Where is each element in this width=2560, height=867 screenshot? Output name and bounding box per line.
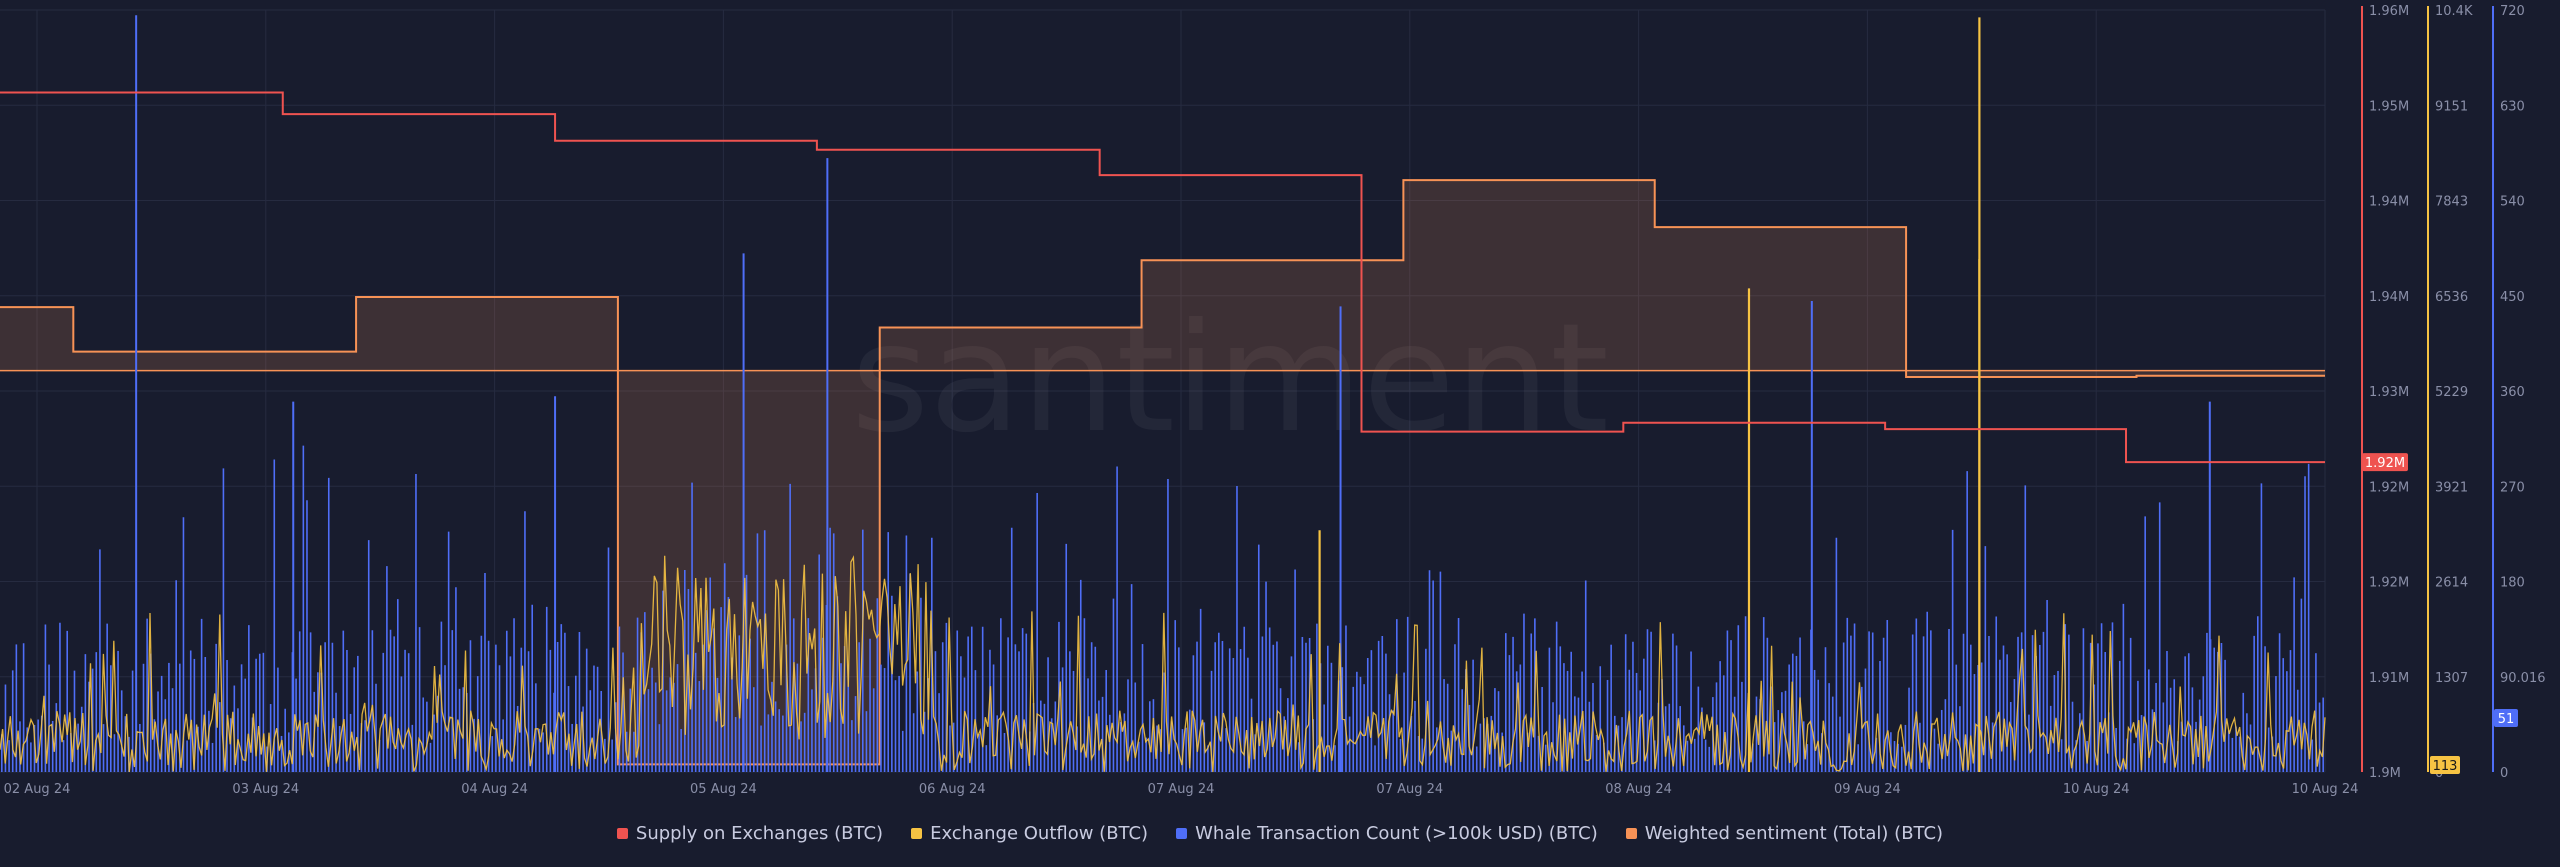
whale-axis-tick-label: 540	[2500, 195, 2525, 210]
outflow-axis-tick-label: 2614	[2435, 576, 2468, 591]
outflow-axis-tick-label: 10.4K	[2435, 4, 2473, 19]
x-tick-label: 03 Aug 24	[232, 782, 299, 797]
y-axis-supply: 1.96M 1.95M 1.94M 1.94M 1.93M 1.92M 1.92M 1.91M…	[2361, 4, 2409, 781]
x-tick-label: 10 Aug 24	[2063, 782, 2130, 797]
whale-axis-tick-label: 0	[2500, 766, 2508, 781]
legend-item-whale[interactable]: Whale Transaction Count (>100k USD) (BTC…	[1176, 823, 1598, 844]
legend-swatch-sentiment	[1625, 827, 1637, 839]
supply-axis-tick-label: 1.92M	[2369, 480, 2409, 495]
outflow-current-badge-text: 113	[2433, 759, 2458, 774]
x-tick-label: 10 Aug 24	[2292, 782, 2359, 797]
whale-axis-tick-label: 450	[2500, 290, 2525, 305]
whale-axis-tick-label: 180	[2500, 576, 2525, 591]
legend-label-supply: Supply on Exchanges (BTC)	[635, 822, 884, 844]
outflow-axis-tick-label: 7843	[2435, 195, 2468, 210]
legend-swatch-supply	[616, 827, 628, 839]
outflow-path	[0, 555, 2326, 773]
outflow-axis-tick-label: 3921	[2435, 480, 2468, 495]
supply-current-badge-text: 1.92M	[2365, 456, 2405, 471]
legend-label-outflow: Exchange Outflow (BTC)	[930, 822, 1149, 844]
x-tick-label: 09 Aug 24	[1834, 782, 1901, 797]
legend-label-sentiment: Weighted sentiment (Total) (BTC)	[1644, 822, 1944, 844]
legend: Supply on Exchanges (BTC) Exchange Outfl…	[0, 818, 2560, 848]
supply-axis-tick-label: 1.93M	[2369, 385, 2409, 400]
x-tick-label: 06 Aug 24	[919, 782, 986, 797]
supply-axis-tick-label: 1.96M	[2369, 4, 2409, 19]
x-tick-label: 07 Aug 24	[1148, 782, 1215, 797]
supply-axis-tick-label: 1.92M	[2369, 576, 2409, 591]
y-axis-whale: 720 630 540 450 360 270 180 90.016 0 51	[2492, 4, 2546, 781]
x-tick-label: 02 Aug 24	[4, 782, 71, 797]
outflow-axis-tick-label: 6536	[2435, 290, 2468, 305]
y-axis-outflow: 10.4K91517843653652293921261413070113	[2427, 4, 2473, 781]
supply-axis-tick-label: 1.95M	[2369, 99, 2409, 114]
x-tick-label: 07 Aug 24	[1376, 782, 1443, 797]
supply-axis-tick-label: 1.91M	[2369, 671, 2409, 686]
supply-axis-tick-label: 1.9M	[2369, 766, 2401, 781]
legend-swatch-whale	[1176, 827, 1188, 839]
legend-item-supply[interactable]: Supply on Exchanges (BTC)	[616, 822, 884, 844]
supply-axis-tick-label: 1.94M	[2369, 290, 2409, 305]
outflow-axis-tick-label: 1307	[2435, 671, 2468, 686]
whale-axis-tick-label: 720	[2500, 4, 2525, 19]
legend-item-sentiment[interactable]: Weighted sentiment (Total) (BTC)	[1625, 822, 1944, 844]
outflow-axis-tick-label: 5229	[2435, 385, 2468, 400]
legend-label-whale: Whale Transaction Count (>100k USD) (BTC…	[1195, 822, 1598, 844]
supply-axis-tick-label: 1.94M	[2369, 195, 2409, 210]
x-tick-label: 04 Aug 24	[461, 782, 528, 797]
whale-axis-tick-label: 90.016	[2500, 671, 2546, 686]
x-tick-label: 08 Aug 24	[1605, 782, 1672, 797]
legend-swatch-outflow	[911, 827, 923, 839]
outflow-axis-tick-label: 9151	[2435, 99, 2468, 114]
whale-axis-tick-label: 630	[2500, 99, 2525, 114]
chart: santiment 02 Aug 24 03 Aug 24 04 Aug 24 05 …	[0, 4, 2546, 797]
legend-item-outflow[interactable]: Exchange Outflow (BTC)	[911, 823, 1148, 844]
whale-axis-tick-label: 270	[2500, 480, 2525, 495]
x-axis: 02 Aug 24 03 Aug 24 04 Aug 24 05 Aug 24 06 A…	[4, 782, 2359, 797]
x-tick-label: 05 Aug 24	[690, 782, 757, 797]
whale-axis-tick-label: 360	[2500, 385, 2525, 400]
whale-current-badge-text: 51	[2498, 712, 2515, 727]
